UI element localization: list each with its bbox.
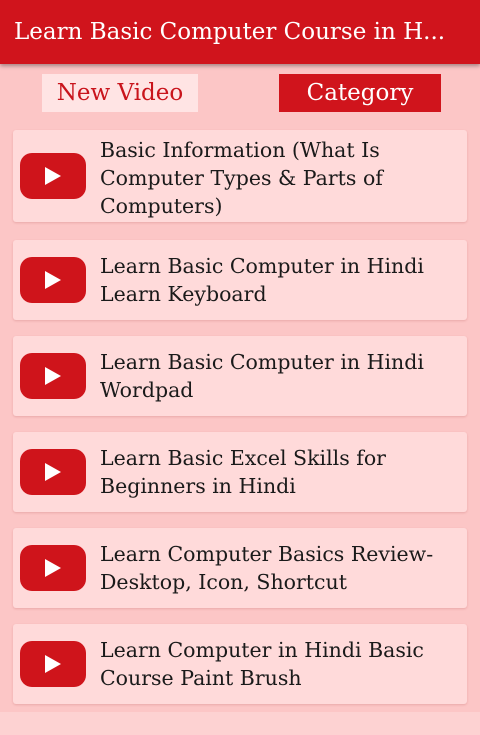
video-title: Learn Basic Computer in Hindi Learn Keyb… bbox=[100, 254, 424, 306]
video-item[interactable]: Learn Computer Basics Review- Desktop, I… bbox=[13, 528, 467, 608]
play-icon bbox=[20, 545, 86, 591]
video-item[interactable]: Learn Basic Computer in Hindi Learn Keyb… bbox=[13, 240, 467, 320]
app-title: Learn Basic Computer Course in H... bbox=[14, 19, 446, 45]
play-icon bbox=[20, 353, 86, 399]
video-title: Learn Basic Excel Skills for Beginners i… bbox=[100, 446, 386, 498]
tab-new-video[interactable]: New Video bbox=[42, 74, 198, 112]
video-title: Learn Basic Computer in Hindi Wordpad bbox=[100, 350, 424, 402]
video-item[interactable]: Learn Basic Excel Skills for Beginners i… bbox=[13, 432, 467, 512]
video-title: Basic Information (What Is Computer Type… bbox=[100, 138, 383, 218]
video-item[interactable]: Learn Computer in Hindi Basic Course Pai… bbox=[13, 624, 467, 704]
app-bar: Learn Basic Computer Course in H... bbox=[0, 0, 480, 64]
video-item[interactable]: Basic Information (What Is Computer Type… bbox=[13, 130, 467, 222]
video-item[interactable]: Learn Basic Computer in Hindi Wordpad bbox=[13, 336, 467, 416]
play-icon bbox=[20, 641, 86, 687]
video-title: Learn Computer in Hindi Basic Course Pai… bbox=[100, 638, 424, 690]
play-icon bbox=[20, 449, 86, 495]
tab-category[interactable]: Category bbox=[279, 74, 441, 112]
next-item-edge bbox=[0, 712, 480, 735]
play-icon bbox=[20, 257, 86, 303]
video-title: Learn Computer Basics Review- Desktop, I… bbox=[100, 542, 434, 594]
play-icon bbox=[20, 153, 86, 199]
